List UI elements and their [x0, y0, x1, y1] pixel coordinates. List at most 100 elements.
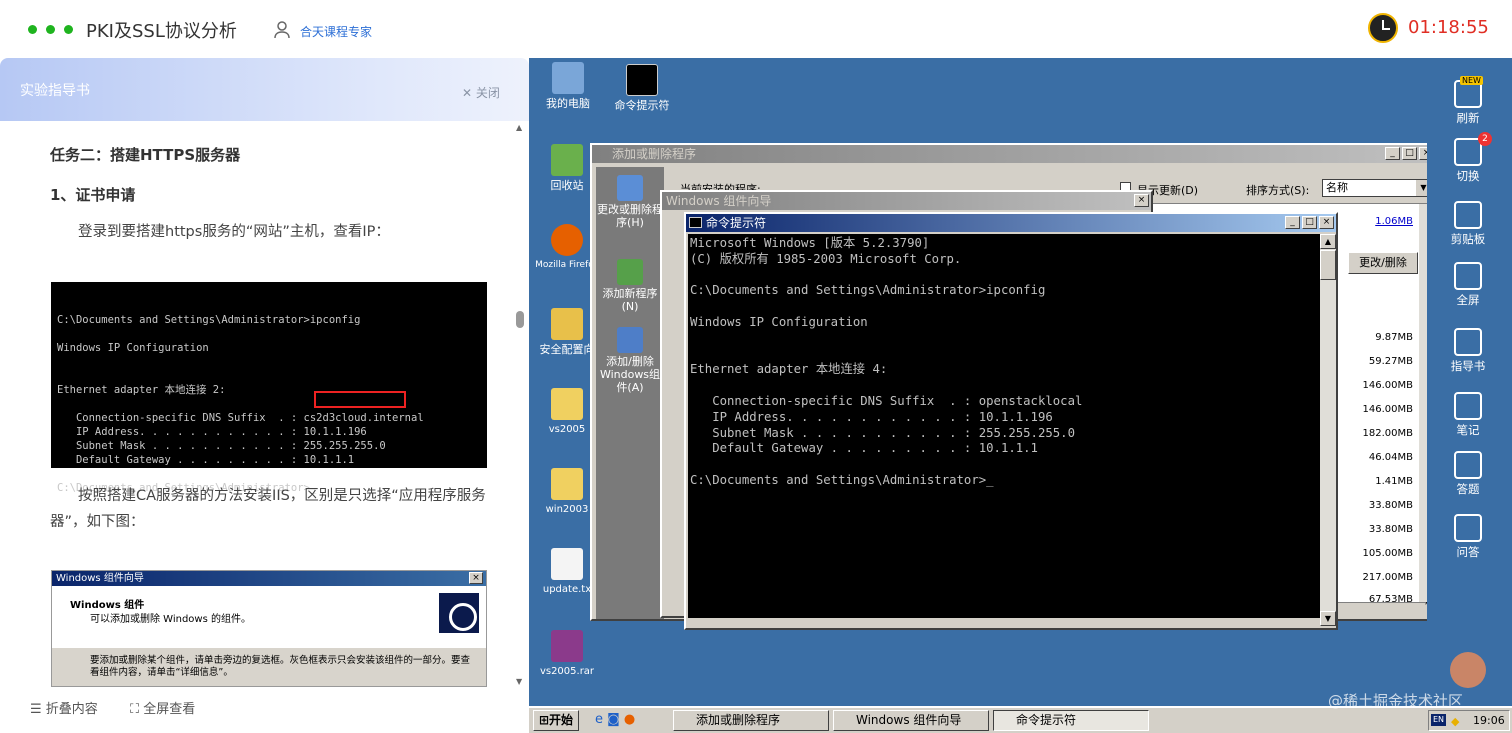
- close-guide-button[interactable]: ✕ 关闭: [462, 84, 500, 101]
- step-heading: 1、证书申请: [50, 186, 136, 204]
- side-toolbar: NEW 刷新 2 切换 剪贴板 全屏 指导书 笔记 答题 问答: [1427, 58, 1512, 706]
- top-bar: PKI及SSL协议分析 合天课程专家 01:18:55: [0, 0, 1512, 58]
- close-button[interactable]: ×: [1134, 194, 1149, 207]
- guide-button[interactable]: 指导书: [1444, 328, 1492, 374]
- expand-icon: [1454, 262, 1482, 290]
- answer-icon: [1454, 451, 1482, 479]
- console-scrollbar[interactable]: ▲ ▼: [1320, 234, 1336, 626]
- tray-clock: 19:06: [1473, 714, 1505, 727]
- collapse-button[interactable]: ☰ 折叠内容: [30, 698, 98, 717]
- taskbar-item-add-remove[interactable]: 添加或删除程序: [673, 710, 829, 731]
- program-size: 105.00MB: [1362, 548, 1413, 559]
- new-badge: NEW: [1460, 76, 1483, 85]
- system-tray: EN ◆ 19:06: [1428, 710, 1510, 731]
- wrench-icon[interactable]: [1450, 652, 1486, 688]
- quick-launch: e ◙ ●: [595, 712, 635, 727]
- scroll-up-icon[interactable]: ▲: [1320, 234, 1336, 249]
- answer-button[interactable]: 答题: [1444, 451, 1492, 497]
- console-output[interactable]: Microsoft Windows [版本 5.2.3790] (C) 版权所有…: [688, 234, 1320, 618]
- close-icon: ×: [469, 572, 483, 584]
- fullscreen-button[interactable]: ⛶ 全屏查看: [130, 698, 195, 717]
- program-size: 9.87MB: [1375, 332, 1413, 343]
- chat-icon: [1454, 514, 1482, 542]
- program-size: 182.00MB: [1362, 428, 1413, 439]
- cd-icon: [437, 591, 481, 635]
- switch-button[interactable]: 2 切换: [1444, 132, 1492, 184]
- sidebar-windows-components[interactable]: 添加/删除Windows组件(A): [596, 323, 664, 394]
- desktop-icon-vs2005-rar[interactable]: vs2005.rar: [531, 630, 603, 678]
- guide-title: 实验指导书: [20, 83, 90, 99]
- remote-desktop[interactable]: 我的电脑 命令提示符 回收站 Mozilla Firefox 安全配置向 vs2…: [529, 58, 1512, 706]
- scroll-up-icon[interactable]: ▲: [516, 123, 522, 132]
- sort-select[interactable]: 名称 ▼: [1322, 179, 1432, 197]
- program-size: 146.00MB: [1362, 404, 1413, 415]
- collapse-label: 折叠内容: [45, 702, 98, 717]
- notes-button[interactable]: 笔记: [1444, 392, 1492, 438]
- sidebar-label: 更改或删除程序(H): [597, 203, 663, 229]
- answer-label: 答题: [1456, 482, 1480, 496]
- status-dot: [46, 25, 55, 34]
- icon-label: 回收站: [550, 179, 584, 192]
- scroll-down-icon[interactable]: ▼: [516, 677, 522, 686]
- command-prompt-window[interactable]: 命令提示符 _ □ × Microsoft Windows [版本 5.2.37…: [684, 212, 1338, 630]
- fullscreen-button[interactable]: 全屏: [1444, 262, 1492, 308]
- guide-scrollbar[interactable]: ▲ ▼: [515, 121, 527, 691]
- expert-link[interactable]: 合天课程专家: [300, 23, 372, 40]
- clipboard-button[interactable]: 剪贴板: [1444, 201, 1492, 247]
- program-size: 33.80MB: [1368, 524, 1413, 535]
- folder-icon: [551, 388, 583, 420]
- explorer-icon[interactable]: ◙: [607, 712, 620, 727]
- wizard-text: 要添加或删除某个组件，请单击旁边的复选框。灰色框表示只会安装该组件的一部分。要查…: [90, 655, 471, 678]
- lab-guide-panel: 实验指导书 ✕ 关闭 ▲ ▼ 任务二：搭建HTTPS服务器 1、证书申请 登录到…: [0, 58, 529, 733]
- scroll-down-icon[interactable]: ▼: [1320, 611, 1336, 626]
- sort-label: 排序方式(S):: [1246, 184, 1310, 197]
- cmd-titlebar[interactable]: 命令提示符: [686, 214, 1336, 232]
- instruction-text: 按照搭建CA服务器的方法安装IIS，区别是只选择“应用程序服务器”，如下图：: [50, 488, 486, 530]
- countdown-timer: 01:18:55: [1408, 17, 1489, 38]
- icon-label: vs2005: [548, 424, 586, 435]
- program-size: 217.00MB: [1362, 572, 1413, 583]
- maximize-button[interactable]: □: [1402, 147, 1417, 160]
- sidebar-change-remove[interactable]: 更改或删除程序(H): [596, 171, 664, 229]
- program-size: 59.27MB: [1368, 356, 1413, 367]
- qa-button[interactable]: 问答: [1444, 514, 1492, 560]
- minimize-button[interactable]: _: [1285, 216, 1300, 229]
- sidebar-label: 添加/删除Windows组件(A): [599, 355, 661, 394]
- add-program-icon: [617, 259, 643, 285]
- scroll-thumb[interactable]: [516, 311, 524, 328]
- sidebar-add-new[interactable]: 添加新程序(N): [596, 255, 664, 313]
- desktop-icon-cmd[interactable]: 命令提示符: [606, 64, 678, 112]
- taskbar-item-wizard[interactable]: Windows 组件向导: [833, 710, 989, 731]
- close-button[interactable]: ×: [1319, 216, 1334, 229]
- pencil-icon: [1454, 392, 1482, 420]
- notes-label: 笔记: [1456, 423, 1480, 437]
- icon-label: win2003: [545, 504, 589, 515]
- watermark: @稀土掘金技术社区: [1328, 692, 1464, 710]
- start-button[interactable]: ⊞开始: [533, 710, 579, 731]
- status-dot: [28, 25, 37, 34]
- firefox-icon[interactable]: ●: [624, 712, 635, 727]
- wizard-titlebar[interactable]: Windows 组件向导: [662, 192, 1151, 210]
- sort-value: 名称: [1326, 181, 1348, 194]
- text-file-icon: [551, 548, 583, 580]
- wizard-header: Windows 组件 可以添加或删除 Windows 的组件。: [52, 586, 486, 648]
- program-size: 67.53MB: [1368, 594, 1413, 605]
- scroll-thumb[interactable]: [1320, 250, 1336, 280]
- program-size: 146.00MB: [1362, 380, 1413, 391]
- maximize-button[interactable]: □: [1302, 216, 1317, 229]
- security-icon: [551, 308, 583, 340]
- change-remove-button[interactable]: 更改/删除: [1348, 252, 1418, 274]
- program-size: 46.04MB: [1368, 452, 1413, 463]
- refresh-button[interactable]: NEW 刷新: [1444, 76, 1492, 126]
- guide-header: 实验指导书 ✕ 关闭: [0, 58, 529, 121]
- arp-titlebar[interactable]: 添加或删除程序: [592, 145, 1436, 163]
- sidebar-label: 添加新程序(N): [602, 287, 658, 313]
- windows-logo-icon: ⊞: [538, 713, 550, 727]
- ie-icon[interactable]: e: [595, 712, 603, 727]
- taskbar-item-cmd[interactable]: 命令提示符: [993, 710, 1149, 731]
- minimize-button[interactable]: _: [1385, 147, 1400, 160]
- desktop-icon-my-computer[interactable]: 我的电脑: [532, 62, 604, 110]
- language-indicator[interactable]: EN: [1431, 714, 1447, 726]
- cmd-icon: [689, 217, 702, 228]
- icon-label: 安全配置向: [539, 343, 595, 356]
